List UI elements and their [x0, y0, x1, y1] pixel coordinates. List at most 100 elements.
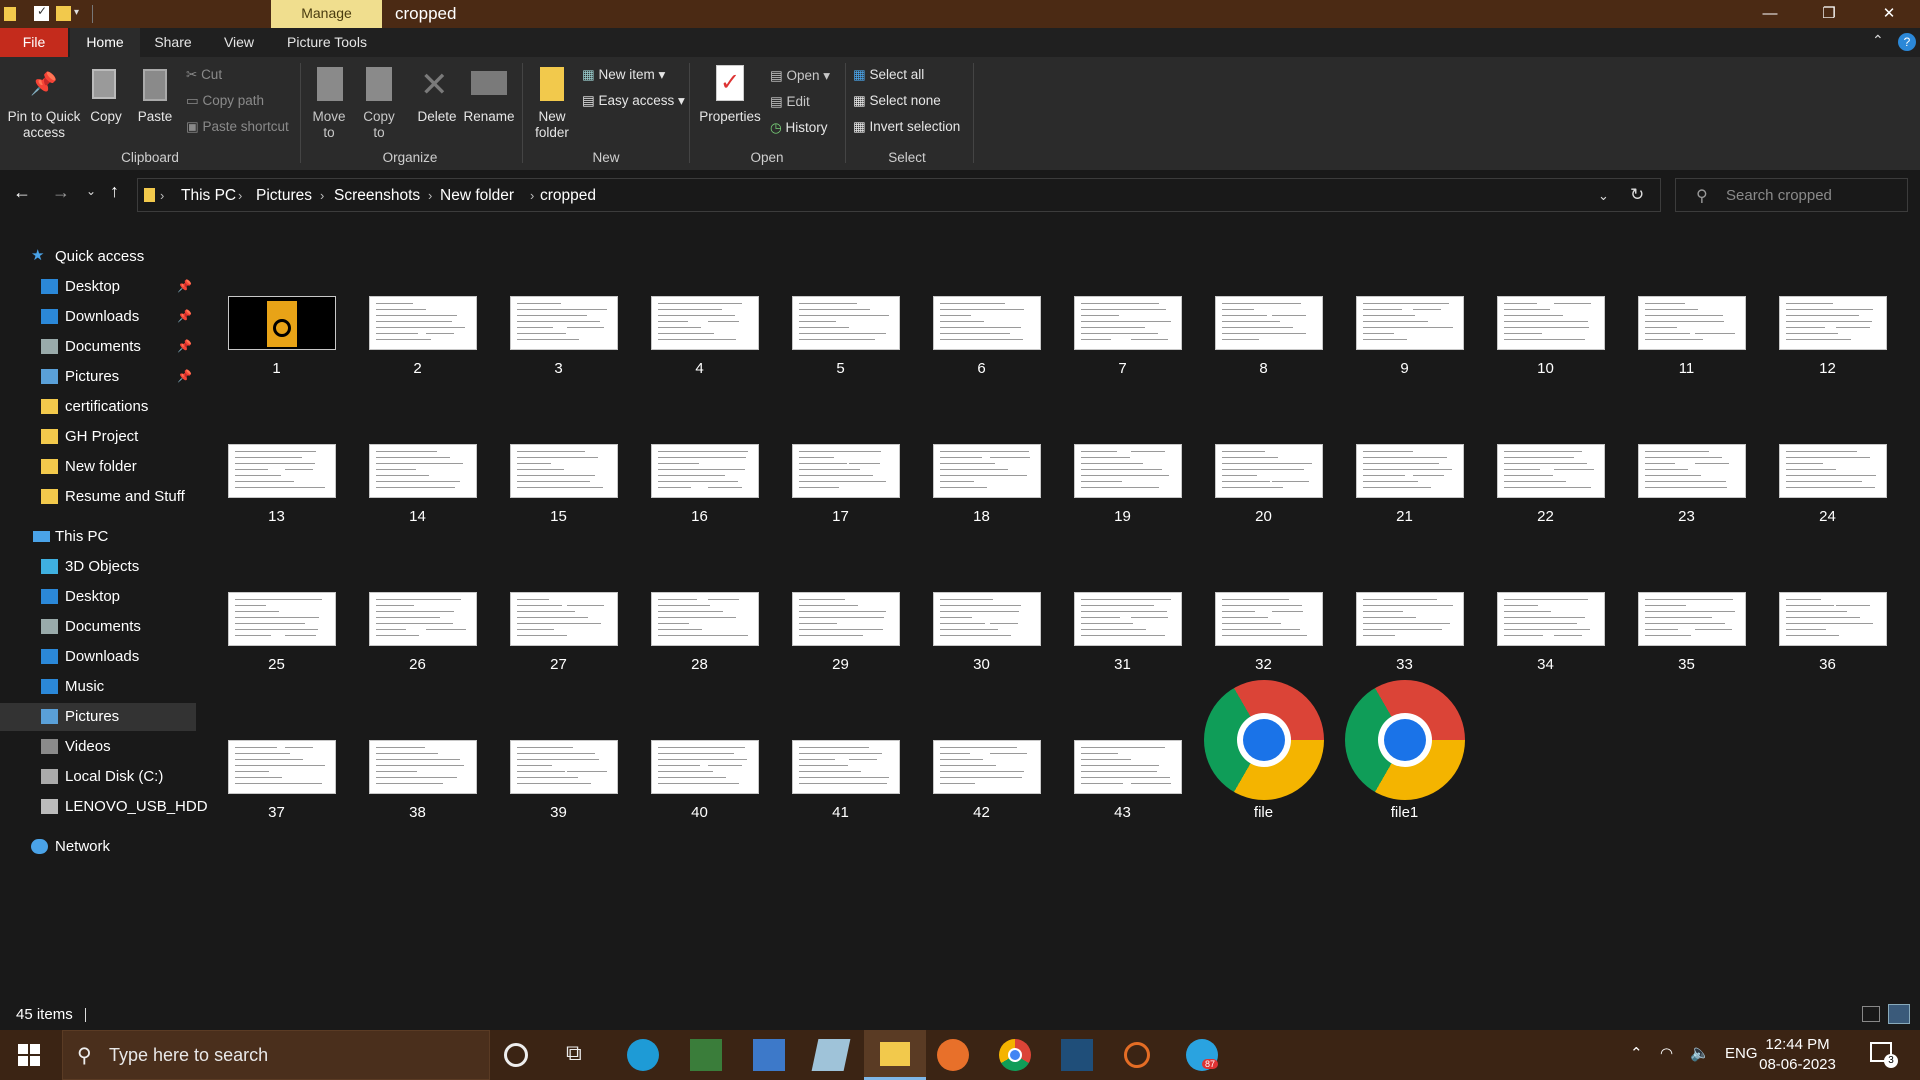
- nav-item[interactable]: Downloads: [0, 643, 196, 671]
- nav-item[interactable]: LENOVO_USB_HDD: [0, 793, 208, 821]
- image-file-item[interactable]: 42: [911, 680, 1052, 828]
- image-file-item[interactable]: 2: [347, 236, 488, 384]
- close-button[interactable]: ✕: [1858, 0, 1920, 28]
- new-item-button[interactable]: ▦ New item ▾: [582, 67, 665, 83]
- edit-button[interactable]: ▤ Edit: [770, 94, 810, 110]
- firefox-icon[interactable]: [937, 1039, 969, 1071]
- task-view-icon[interactable]: ⧉: [566, 1040, 598, 1072]
- nav-item[interactable]: Documents 📌: [0, 333, 196, 361]
- search-input[interactable]: ⚲ Search cropped: [1675, 178, 1908, 212]
- image-file-item[interactable]: 24: [1757, 384, 1898, 532]
- image-file-item[interactable]: 43: [1052, 680, 1193, 828]
- nav-item[interactable]: GH Project: [0, 423, 196, 451]
- image-file-item[interactable]: 41: [770, 680, 911, 828]
- large-icons-view-icon[interactable]: [1888, 1004, 1910, 1024]
- tab-file[interactable]: File: [0, 28, 68, 57]
- image-file-item[interactable]: 19: [1052, 384, 1193, 532]
- image-file-item[interactable]: 18: [911, 384, 1052, 532]
- select-none-button[interactable]: ▦ Select none: [853, 93, 941, 109]
- crumb-new-folder[interactable]: New folder: [440, 187, 514, 205]
- clock[interactable]: 12:44 PM 08-06-2023: [1750, 1035, 1845, 1075]
- tab-home[interactable]: Home: [70, 28, 140, 57]
- nav-network[interactable]: Network: [0, 833, 196, 861]
- image-file-item[interactable]: 8: [1193, 236, 1334, 384]
- image-file-item[interactable]: 36: [1757, 532, 1898, 680]
- windows-start-icon[interactable]: [18, 1044, 40, 1066]
- forward-arrow-icon[interactable]: →: [52, 182, 70, 203]
- edge-icon[interactable]: [627, 1039, 659, 1071]
- image-file-item[interactable]: 39: [488, 680, 629, 828]
- image-file-item[interactable]: 16: [629, 384, 770, 532]
- taskbar-search-input[interactable]: ⚲ Type here to search: [62, 1030, 490, 1080]
- image-file-item[interactable]: 14: [347, 384, 488, 532]
- image-file-item[interactable]: 12: [1757, 236, 1898, 384]
- image-file-item[interactable]: 4: [629, 236, 770, 384]
- image-file-item[interactable]: 7: [1052, 236, 1193, 384]
- nav-item[interactable]: New folder: [0, 453, 196, 481]
- image-file-item[interactable]: 9: [1334, 236, 1475, 384]
- back-arrow-icon[interactable]: ←: [13, 182, 31, 203]
- open-button[interactable]: ▤ Open ▾: [770, 68, 830, 84]
- image-file-item[interactable]: 33: [1334, 532, 1475, 680]
- wifi-icon[interactable]: ◠: [1660, 1044, 1673, 1062]
- crumb-this-pc[interactable]: This PC: [181, 187, 236, 205]
- maximize-button[interactable]: ❐: [1800, 0, 1858, 28]
- details-view-icon[interactable]: [1862, 1006, 1880, 1022]
- tab-picture-tools[interactable]: Picture Tools: [282, 28, 372, 57]
- easy-access-button[interactable]: ▤ Easy access ▾: [582, 93, 685, 109]
- address-bar[interactable]: › This PC › Pictures › Screenshots › New…: [137, 178, 1661, 212]
- pin-icon[interactable]: 📌: [177, 339, 192, 353]
- cut-button[interactable]: ✂ Cut: [186, 67, 222, 83]
- invert-selection-button[interactable]: ▦ Invert selection: [853, 119, 960, 135]
- image-file-item[interactable]: 40: [629, 680, 770, 828]
- nav-item[interactable]: Pictures: [0, 703, 196, 731]
- pin-icon[interactable]: 📌: [177, 369, 192, 383]
- address-dropdown-icon[interactable]: ⌄: [1598, 188, 1609, 204]
- nav-item[interactable]: Local Disk (C:): [0, 763, 196, 791]
- nav-item[interactable]: Videos: [0, 733, 196, 761]
- tab-view[interactable]: View: [214, 28, 264, 57]
- image-file-item[interactable]: 3: [488, 236, 629, 384]
- pin-icon[interactable]: 📌: [177, 309, 192, 323]
- nav-this-pc[interactable]: This PC: [0, 523, 196, 551]
- image-file-item[interactable]: 31: [1052, 532, 1193, 680]
- image-file-item[interactable]: 28: [629, 532, 770, 680]
- history-button[interactable]: ◷ History: [770, 120, 828, 136]
- nav-item[interactable]: Desktop 📌: [0, 273, 196, 301]
- image-file-item[interactable]: 32: [1193, 532, 1334, 680]
- telegram-icon[interactable]: 87: [1186, 1039, 1219, 1071]
- image-file-item[interactable]: 15: [488, 384, 629, 532]
- html-file-item[interactable]: file1: [1334, 680, 1475, 828]
- volume-icon[interactable]: 🔈: [1690, 1043, 1710, 1063]
- up-arrow-icon[interactable]: ↑: [110, 181, 119, 202]
- desktop-app-icon[interactable]: [753, 1039, 785, 1071]
- image-file-item[interactable]: 26: [347, 532, 488, 680]
- jupyter-icon[interactable]: [1124, 1042, 1150, 1068]
- paste-shortcut-button[interactable]: ▣ Paste shortcut: [186, 119, 289, 135]
- html-file-item[interactable]: file: [1193, 680, 1334, 828]
- image-file-item[interactable]: 25: [206, 532, 347, 680]
- notes-app-icon[interactable]: [811, 1039, 851, 1071]
- image-file-item[interactable]: 37: [206, 680, 347, 828]
- minimize-button[interactable]: —: [1741, 0, 1799, 28]
- image-file-item[interactable]: 34: [1475, 532, 1616, 680]
- copy-path-button[interactable]: ▭ Copy path: [186, 93, 264, 109]
- nav-item[interactable]: Downloads 📌: [0, 303, 196, 331]
- chrome-icon[interactable]: [999, 1039, 1031, 1071]
- nav-quick-access[interactable]: ★ Quick access: [0, 243, 196, 271]
- nav-item[interactable]: Pictures 📌: [0, 363, 196, 391]
- image-file-item[interactable]: 38: [347, 680, 488, 828]
- nav-item[interactable]: certifications: [0, 393, 196, 421]
- pin-icon[interactable]: 📌: [177, 279, 192, 293]
- image-file-item[interactable]: 13: [206, 384, 347, 532]
- recent-locations-icon[interactable]: ⌄: [86, 184, 96, 198]
- crumb-screenshots[interactable]: Screenshots: [334, 187, 420, 205]
- notifications-icon[interactable]: 3: [1870, 1042, 1898, 1068]
- image-file-item[interactable]: 27: [488, 532, 629, 680]
- image-file-item[interactable]: 20: [1193, 384, 1334, 532]
- cortana-icon[interactable]: [504, 1043, 528, 1067]
- image-file-item[interactable]: 29: [770, 532, 911, 680]
- collapse-ribbon-icon[interactable]: ⌃: [1872, 32, 1884, 49]
- qat-customize-icon[interactable]: ▾: [74, 7, 84, 22]
- nav-item[interactable]: Resume and Stuff: [0, 483, 196, 511]
